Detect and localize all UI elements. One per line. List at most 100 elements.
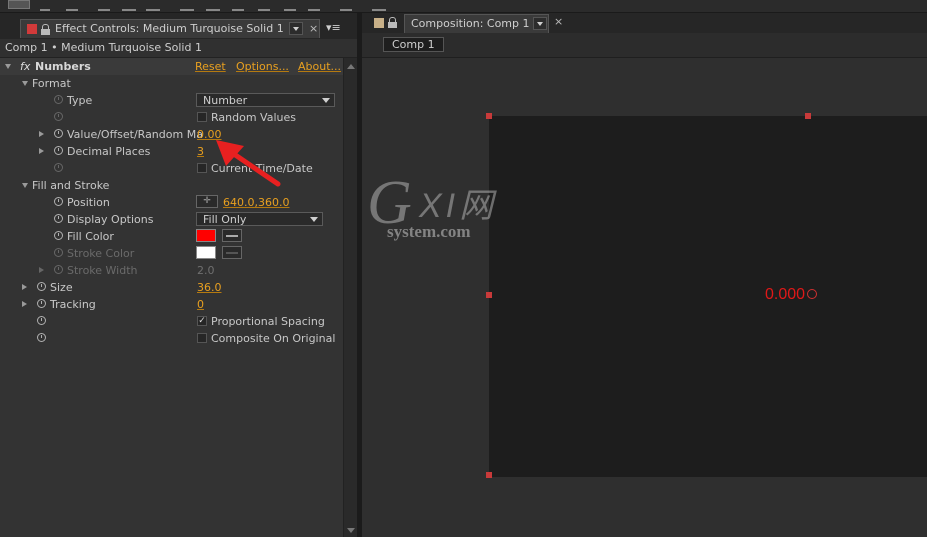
layer-handle[interactable] (486, 113, 492, 119)
watermark-logo: G XI网 system.com (367, 168, 527, 248)
format-group-row[interactable]: Format (0, 75, 343, 92)
puppet-tool-icon[interactable] (372, 0, 386, 11)
stopwatch-icon[interactable] (54, 214, 63, 223)
rotate-tool-icon[interactable] (98, 0, 110, 11)
stopwatch-icon[interactable] (54, 146, 63, 155)
stopwatch-icon[interactable] (37, 299, 46, 308)
twirl-right-icon[interactable] (39, 267, 44, 273)
pan-behind-tool-icon[interactable] (146, 0, 160, 11)
tab-effect-controls[interactable]: Effect Controls: Medium Turquoise Solid … (20, 19, 320, 38)
watermark-domain: system.com (387, 222, 471, 241)
stopwatch-icon[interactable] (54, 248, 63, 257)
effect-controls-panel: Effect Controls: Medium Turquoise Solid … (0, 13, 358, 537)
composition-panel: Composition: Comp 1 × Comp 1 0.000 G XI网… (362, 13, 927, 537)
stopwatch-icon[interactable] (37, 282, 46, 291)
crosshair-icon[interactable]: ✛ (196, 195, 218, 208)
anchor-point-icon[interactable] (807, 289, 817, 299)
display-options-label: Display Options (67, 213, 154, 226)
position-label: Position (67, 196, 110, 209)
pen-tool-icon[interactable] (206, 0, 220, 11)
twirl-down-icon[interactable] (5, 64, 11, 69)
composition-viewer[interactable]: 0.000 G XI网 system.com (362, 58, 927, 537)
stroke-color-row: Stroke Color (0, 245, 343, 262)
tab-effect-controls-label: Effect Controls: Medium Turquoise Solid … (55, 22, 284, 35)
scroll-up-icon[interactable] (347, 64, 355, 69)
roto-brush-tool-icon[interactable] (340, 0, 352, 11)
twirl-down-icon[interactable] (22, 183, 28, 188)
composite-on-original-checkbox[interactable] (197, 333, 207, 343)
close-icon[interactable]: × (309, 22, 318, 35)
close-icon[interactable]: × (554, 15, 563, 28)
proportional-spacing-label: Proportional Spacing (211, 315, 325, 328)
type-tool-icon[interactable] (232, 0, 244, 11)
layer-handle[interactable] (486, 292, 492, 298)
selection-tool-icon[interactable] (8, 0, 30, 9)
twirl-down-icon[interactable] (22, 81, 28, 86)
eyedropper-icon[interactable] (222, 246, 242, 259)
effect-name: Numbers (35, 60, 91, 73)
proportional-spacing-checkbox[interactable]: ✓ (197, 316, 207, 326)
clone-tool-icon[interactable] (284, 0, 296, 11)
camera-tool-icon[interactable] (122, 0, 136, 11)
about-link[interactable]: About... (298, 60, 341, 73)
twirl-right-icon[interactable] (22, 284, 27, 290)
fill-stroke-group-label: Fill and Stroke (32, 179, 110, 192)
twirl-right-icon[interactable] (39, 131, 44, 137)
hand-tool-icon[interactable] (40, 0, 50, 11)
scrollbar[interactable] (343, 58, 358, 537)
stopwatch-icon[interactable] (54, 231, 63, 240)
lock-body-icon (41, 29, 50, 35)
fill-stroke-group-row[interactable]: Fill and Stroke (0, 177, 343, 194)
stopwatch-icon[interactable] (54, 265, 63, 274)
effect-properties-list: fx Numbers Reset Options... About... For… (0, 58, 343, 537)
stroke-color-label: Stroke Color (67, 247, 135, 260)
stopwatch-icon[interactable] (37, 316, 46, 325)
comp-frame[interactable]: 0.000 (489, 116, 927, 477)
tracking-value[interactable]: 0 (197, 298, 204, 311)
stopwatch-icon[interactable] (54, 129, 63, 138)
tracking-label: Tracking (50, 298, 96, 311)
tab-composition[interactable]: Composition: Comp 1 (404, 14, 549, 33)
panel-menu-icon[interactable]: ▾≡ (326, 21, 341, 34)
random-values-row: Random Values (0, 109, 343, 126)
layer-handle[interactable] (486, 472, 492, 478)
rendered-number-text[interactable]: 0.000 (765, 286, 805, 304)
fx-icon[interactable]: fx (20, 60, 30, 73)
random-values-checkbox[interactable] (197, 112, 207, 122)
stopwatch-icon[interactable] (54, 95, 63, 104)
layer-handle[interactable] (805, 113, 811, 119)
zoom-tool-icon[interactable] (66, 0, 78, 11)
stroke-width-row: Stroke Width 2.0 (0, 262, 343, 279)
stopwatch-icon[interactable] (54, 197, 63, 206)
position-value[interactable]: 640.0,360.0 (223, 196, 289, 209)
size-label: Size (50, 281, 73, 294)
twirl-right-icon[interactable] (39, 148, 44, 154)
stroke-color-swatch[interactable] (196, 246, 216, 259)
eyedropper-icon[interactable] (222, 229, 242, 242)
fill-color-swatch[interactable] (196, 229, 216, 242)
mask-tool-icon[interactable] (180, 0, 194, 11)
stopwatch-icon[interactable] (54, 112, 63, 121)
stroke-width-value[interactable]: 2.0 (197, 264, 215, 277)
twirl-right-icon[interactable] (22, 301, 27, 307)
type-dropdown[interactable]: Number (196, 93, 335, 107)
fill-color-row: Fill Color (0, 228, 343, 245)
tracking-row: Tracking 0 (0, 296, 343, 313)
size-value[interactable]: 36.0 (197, 281, 222, 294)
layer-color-icon (27, 24, 37, 34)
scroll-down-icon[interactable] (347, 528, 355, 533)
options-link[interactable]: Options... (236, 60, 289, 73)
display-options-row: Display Options Fill Only (0, 211, 343, 228)
display-options-dropdown[interactable]: Fill Only (196, 212, 323, 226)
tab-dropdown-button[interactable] (289, 22, 303, 35)
comp-breadcrumb-chip[interactable]: Comp 1 (383, 37, 444, 52)
type-dropdown-value: Number (203, 94, 248, 107)
eraser-tool-icon[interactable] (308, 0, 320, 11)
decimal-places-label: Decimal Places (67, 145, 151, 158)
reset-link[interactable]: Reset (195, 60, 226, 73)
proportional-spacing-row: ✓ Proportional Spacing (0, 313, 343, 330)
stopwatch-icon[interactable] (37, 333, 46, 342)
tab-dropdown-button[interactable] (533, 17, 547, 30)
stopwatch-icon[interactable] (54, 163, 63, 172)
brush-tool-icon[interactable] (258, 0, 270, 11)
